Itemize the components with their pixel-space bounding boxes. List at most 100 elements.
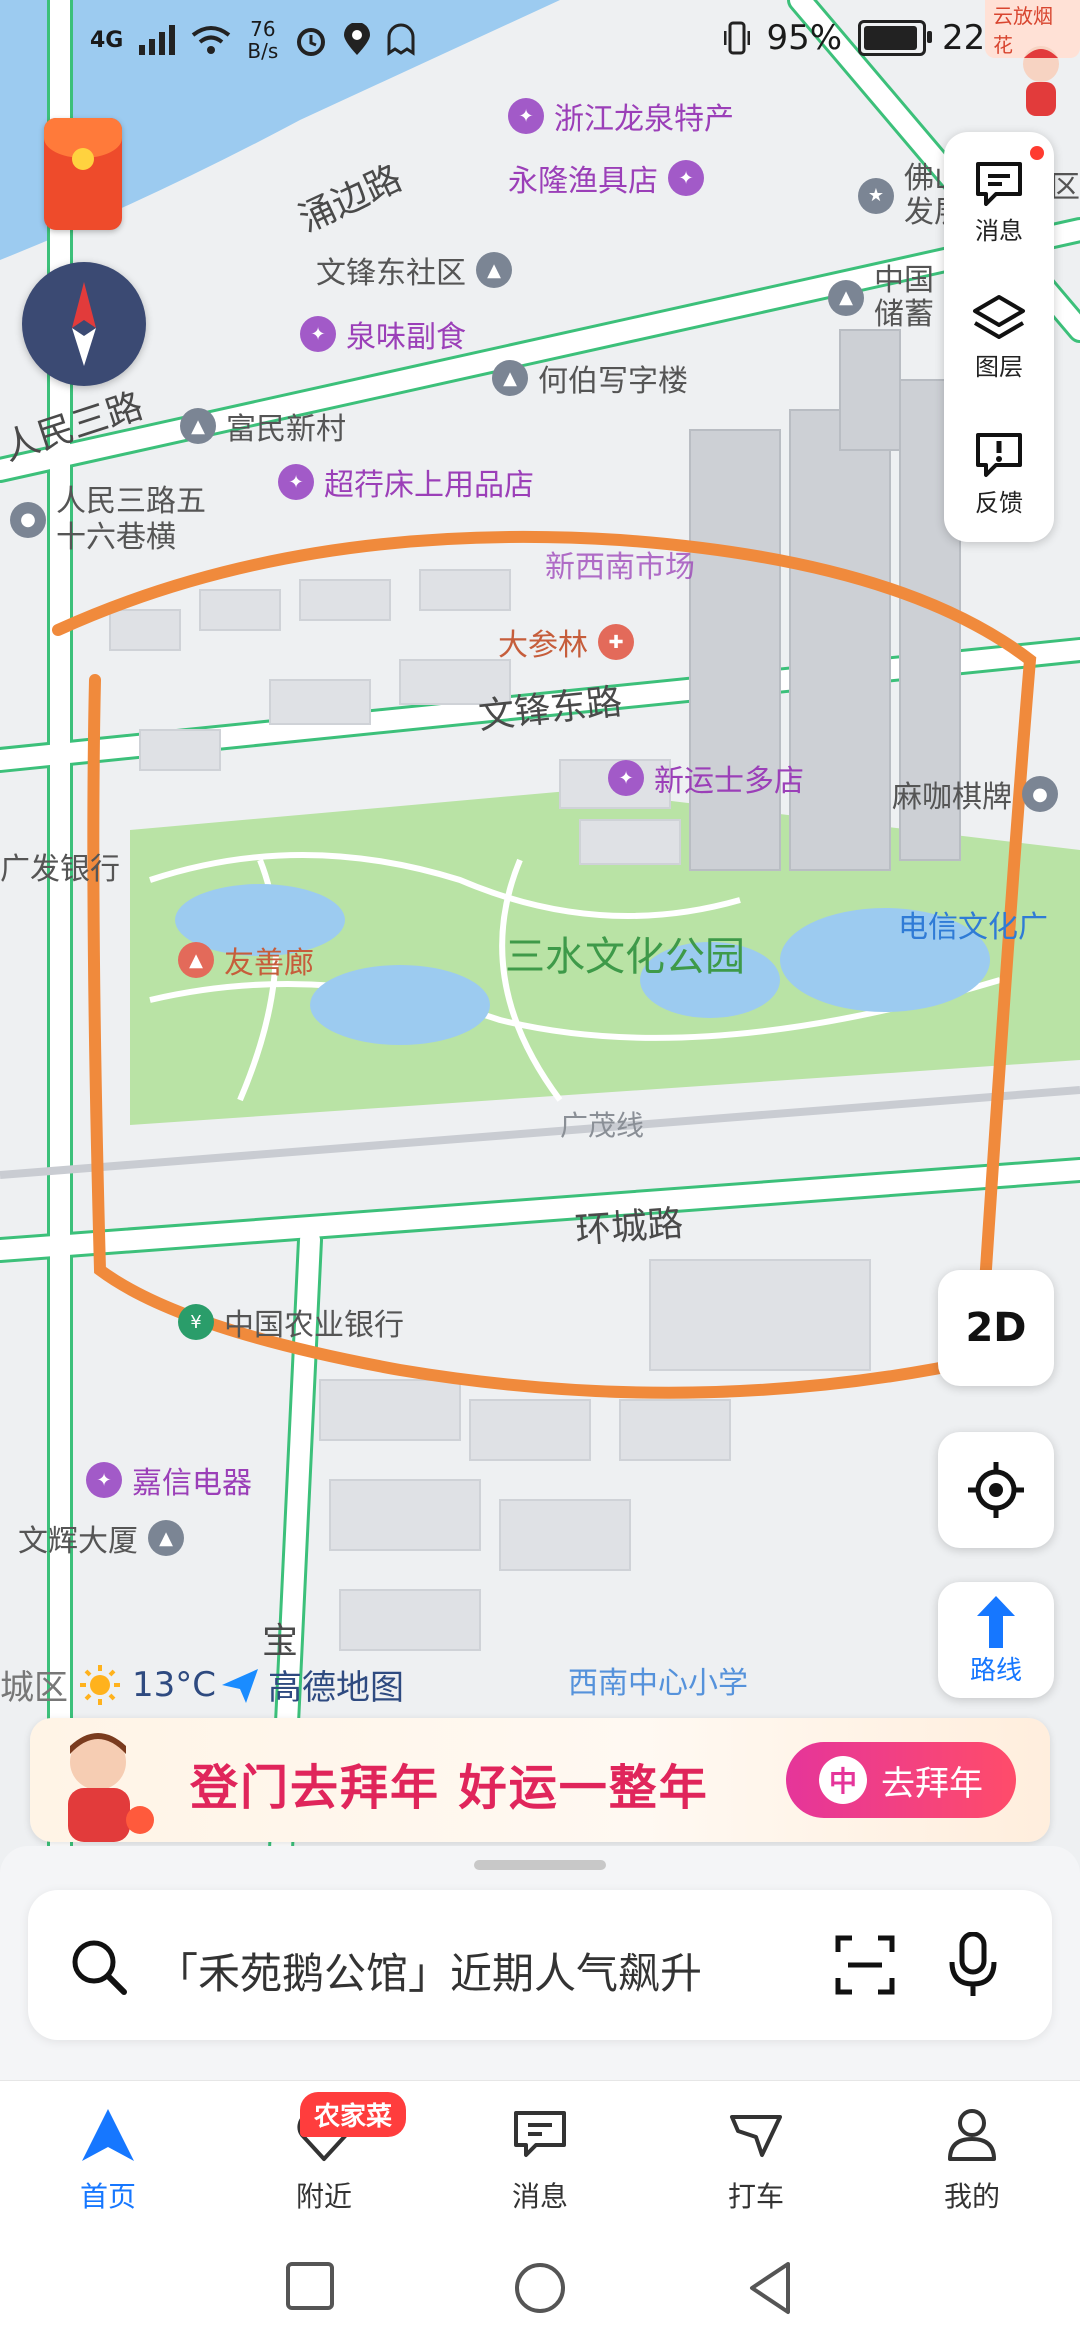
poi-label: 区 <box>1050 170 1080 205</box>
poi-label: 何伯写字楼 <box>538 364 688 399</box>
shop-pin-icon: ✦ <box>300 316 336 352</box>
vibrate-icon <box>724 21 751 55</box>
net-speed-unit: B/s <box>247 39 279 63</box>
layers-button[interactable]: 图层 <box>944 268 1054 404</box>
building-pin-icon: ▲ <box>492 360 528 396</box>
poi-xinxinan[interactable]: 新西南市场 <box>545 542 695 586</box>
feedback-button[interactable]: 反馈 <box>944 404 1054 540</box>
poi-renmin-lane[interactable]: ● 人民三路五 十六巷横 <box>10 484 206 556</box>
poi-label: 大参林 <box>498 628 588 663</box>
poi-label: 电信文化广 <box>898 910 1048 945</box>
poi-qu[interactable]: 区 <box>1050 162 1080 206</box>
nearby-badge: 农家菜 <box>300 2092 407 2137</box>
unread-dot <box>1030 146 1044 160</box>
brand-name: 高德地图 <box>268 1668 404 1708</box>
sheet-drag-handle[interactable] <box>474 1860 606 1870</box>
poi-quanwei[interactable]: ✦ 泉味副食 <box>300 312 466 356</box>
new-year-banner[interactable]: 登门去拜年 好运一整年 中 去拜年 <box>30 1718 1050 1842</box>
locate-me-button[interactable] <box>938 1432 1054 1548</box>
rail-label-guangmao: 广茂线 <box>560 1109 645 1142</box>
scan-icon[interactable] <box>834 1934 896 1996</box>
poi-longquan[interactable]: ✦ 浙江龙泉特产 <box>508 94 734 138</box>
poi-youshan[interactable]: ▲ 友善廊 <box>178 938 314 982</box>
navigation-arrow-icon <box>82 2109 134 2161</box>
battery-percent: 95% <box>766 18 843 58</box>
poi-majia[interactable]: 麻咖棋牌 ● <box>892 772 1058 816</box>
poi-label: 永隆渔具店 <box>508 164 658 199</box>
poi-hebo[interactable]: ▲ 何伯写字楼 <box>492 356 688 400</box>
feedback-label: 反馈 <box>975 488 1023 517</box>
poi-wenfeng-community[interactable]: 文锋东社区 ▲ <box>316 248 512 292</box>
visit-button[interactable]: 中 去拜年 <box>786 1742 1016 1818</box>
poi-label: 超荇床上用品店 <box>324 468 534 503</box>
route-button[interactable]: 路线 <box>938 1582 1054 1698</box>
search-placeholder[interactable]: 「禾苑鹅公馆」近期人气飙升 <box>156 1940 702 2001</box>
coin-icon: 中 <box>819 1756 867 1804</box>
system-navigation-bar <box>0 2230 1080 2340</box>
tab-bar: 首页 附近 消息 打车 我的 <box>0 2080 1080 2231</box>
poi-chaoxing[interactable]: ✦ 超荇床上用品店 <box>278 460 534 504</box>
tab-home[interactable]: 首页 <box>38 2095 178 2215</box>
visit-button-label: 去拜年 <box>881 1763 983 1804</box>
poi-label: 富民新村 <box>226 412 346 447</box>
back-triangle-icon[interactable] <box>744 2260 796 2316</box>
signal-bars-icon <box>139 25 176 55</box>
weather-widget[interactable]: 城区 13°C <box>0 1660 216 1709</box>
messages-label: 消息 <box>975 216 1023 245</box>
poi-label: 嘉信电器 <box>132 1466 252 1501</box>
poi-guangfa[interactable]: 广发银行 <box>0 844 120 888</box>
net-speed-value: 76 <box>250 17 276 41</box>
tab-label: 打车 <box>727 2180 784 2213</box>
microphone-icon[interactable] <box>948 1932 998 1998</box>
tab-label: 附近 <box>295 2180 352 2213</box>
poi-jiaxin[interactable]: ✦ 嘉信电器 <box>86 1458 252 1502</box>
building-pin-icon: ▲ <box>148 1520 184 1556</box>
poi-label: 人民三路五 <box>56 484 206 519</box>
search-bar[interactable]: 「禾苑鹅公馆」近期人气飙升 <box>28 1890 1052 2040</box>
poi-zhongguo[interactable]: ▲ 中国 储蓄 <box>828 264 934 332</box>
tab-taxi[interactable]: 打车 <box>686 2095 826 2215</box>
poi-xinyunshi[interactable]: ✦ 新运士多店 <box>608 756 804 800</box>
poi-yonglong[interactable]: 永隆渔具店 ✦ <box>508 156 704 200</box>
poi-label: 中国 <box>874 263 934 298</box>
poi-wenhui[interactable]: 文辉大厦 ▲ <box>18 1516 184 1560</box>
poi-label: 麻咖棋牌 <box>892 780 1012 815</box>
home-circle-icon[interactable] <box>512 2260 568 2316</box>
road-label-huancheng: 环城路 <box>573 1203 685 1252</box>
layers-icon <box>971 291 1027 347</box>
poi-label: 友善廊 <box>224 946 314 981</box>
star-pin-icon: ★ <box>858 178 894 214</box>
tab-label: 首页 <box>79 2180 136 2213</box>
tab-messages[interactable]: 消息 <box>470 2095 610 2215</box>
poi-nongye[interactable]: ¥ 中国农业银行 <box>178 1300 404 1344</box>
view-mode-toggle[interactable]: 2D <box>938 1270 1054 1386</box>
poi-label: 新运士多店 <box>654 764 804 799</box>
bank-pin-icon: ¥ <box>178 1304 214 1340</box>
poi-fumin[interactable]: ▲ 富民新村 <box>180 404 346 448</box>
poi-label: 中国农业银行 <box>224 1308 404 1343</box>
person-icon <box>948 2109 996 2161</box>
building-pin-icon: ▲ <box>476 252 512 288</box>
poi-xinan-school[interactable]: 西南中心小学 <box>568 1658 748 1702</box>
location-pin-icon: ● <box>10 502 46 538</box>
road-label-bao: 宝 <box>262 1621 299 1662</box>
map-tools-panel: 消息 图层 反馈 <box>944 132 1054 542</box>
sun-icon <box>80 1664 120 1705</box>
poi-label: 文锋东社区 <box>316 256 466 291</box>
compass-icon[interactable] <box>22 262 146 386</box>
tab-profile[interactable]: 我的 <box>902 2095 1042 2215</box>
crosshair-icon <box>968 1462 1024 1518</box>
poi-dianxin[interactable]: 电信文化广 <box>898 902 1048 946</box>
poi-label: 泉味副食 <box>346 320 466 355</box>
poi-label: 文辉大厦 <box>18 1524 138 1559</box>
brand-logo: 高德地图 <box>220 1660 404 1709</box>
recent-apps-icon[interactable] <box>284 2260 336 2312</box>
bottom-sheet[interactable]: 「禾苑鹅公馆」近期人气飙升 <box>0 1846 1080 2080</box>
route-label: 路线 <box>969 1655 1022 1686</box>
red-packet-icon[interactable] <box>44 118 122 230</box>
layers-label: 图层 <box>975 352 1023 381</box>
poi-dashenlin[interactable]: 大参林 ✚ <box>498 620 634 664</box>
new-year-mascot-icon[interactable] <box>1010 40 1072 122</box>
park-label: 三水文化公园 <box>505 934 745 980</box>
search-icon <box>72 1940 127 1995</box>
